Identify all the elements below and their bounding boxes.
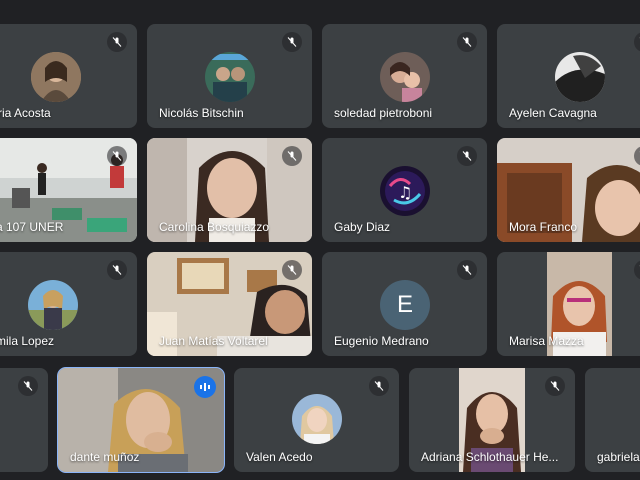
mic-off-icon <box>457 32 477 52</box>
participant-name: Carolina Bosquiazzo <box>159 220 270 234</box>
participant-avatar <box>380 52 430 102</box>
mic-off-icon <box>107 260 127 280</box>
mic-off-icon <box>634 260 640 280</box>
mic-off-icon <box>457 146 477 166</box>
participant-tile[interactable]: toria Acosta <box>0 24 137 128</box>
participant-avatar <box>28 280 78 330</box>
participant-name: soledad pietroboni <box>334 106 433 120</box>
participant-name: Mora Franco <box>509 220 578 234</box>
participant-name: mila Lopez <box>0 334 55 348</box>
participant-tile[interactable]: ♫ Gaby Diaz <box>322 138 487 242</box>
participant-avatar <box>292 394 342 444</box>
participant-tile[interactable]: Juan Matías Voltarel <box>147 252 312 356</box>
mic-off-icon <box>634 32 640 52</box>
participant-name: a 107 UNER <box>0 220 64 234</box>
participant-name: Eugenio Medrano <box>334 334 429 348</box>
participant-name: dante muñoz <box>70 450 140 464</box>
svg-text:♫: ♫ <box>398 183 412 202</box>
participant-tile-active[interactable]: dante muñoz <box>57 367 225 473</box>
participant-name: toria Acosta <box>0 106 51 120</box>
participant-avatar <box>555 52 605 102</box>
mic-off-icon <box>107 32 127 52</box>
participant-tile[interactable]: Ayelen Cavagna <box>497 24 640 128</box>
participant-tile[interactable]: Adriana Schlothauer He... <box>409 368 575 472</box>
participant-tile[interactable]: Marisa Mazza <box>497 252 640 356</box>
participant-tile[interactable]: E Eugenio Medrano <box>322 252 487 356</box>
mic-off-icon <box>282 260 302 280</box>
participant-name: gabriela <box>597 450 640 464</box>
participant-avatar: ♫ <box>380 166 430 216</box>
audio-level-icon <box>194 376 216 398</box>
participant-tile[interactable]: mila Lopez <box>0 252 137 356</box>
participant-name: Adriana Schlothauer He... <box>421 450 559 464</box>
mic-off-icon <box>369 376 389 396</box>
participant-tile[interactable]: gabriela <box>585 368 640 472</box>
mic-off-icon <box>457 260 477 280</box>
participant-tile[interactable]: Mora Franco <box>497 138 640 242</box>
participant-tile[interactable]: Valen Acedo <box>234 368 399 472</box>
participant-name: Nicolás Bitschin <box>159 106 244 120</box>
participant-tile[interactable]: Nicolás Bitschin <box>147 24 312 128</box>
participant-name: Juan Matías Voltarel <box>159 334 268 348</box>
participant-tile[interactable]: a 107 UNER <box>0 138 137 242</box>
mic-off-icon <box>282 32 302 52</box>
mic-off-icon <box>282 146 302 166</box>
mic-off-icon <box>18 376 38 396</box>
participant-name: Ayelen Cavagna <box>509 106 597 120</box>
participant-avatar <box>205 52 255 102</box>
participant-tile[interactable]: soledad pietroboni <box>322 24 487 128</box>
participant-name: Valen Acedo <box>246 450 313 464</box>
participant-name: Marisa Mazza <box>509 334 584 348</box>
participant-name: Gaby Diaz <box>334 220 391 234</box>
participant-tile[interactable]: Carolina Bosquiazzo <box>147 138 312 242</box>
participant-avatar <box>31 52 81 102</box>
letter-avatar: E <box>380 280 430 330</box>
mic-off-icon <box>545 376 565 396</box>
mic-off-icon <box>107 146 127 166</box>
participant-tile[interactable] <box>0 368 48 472</box>
